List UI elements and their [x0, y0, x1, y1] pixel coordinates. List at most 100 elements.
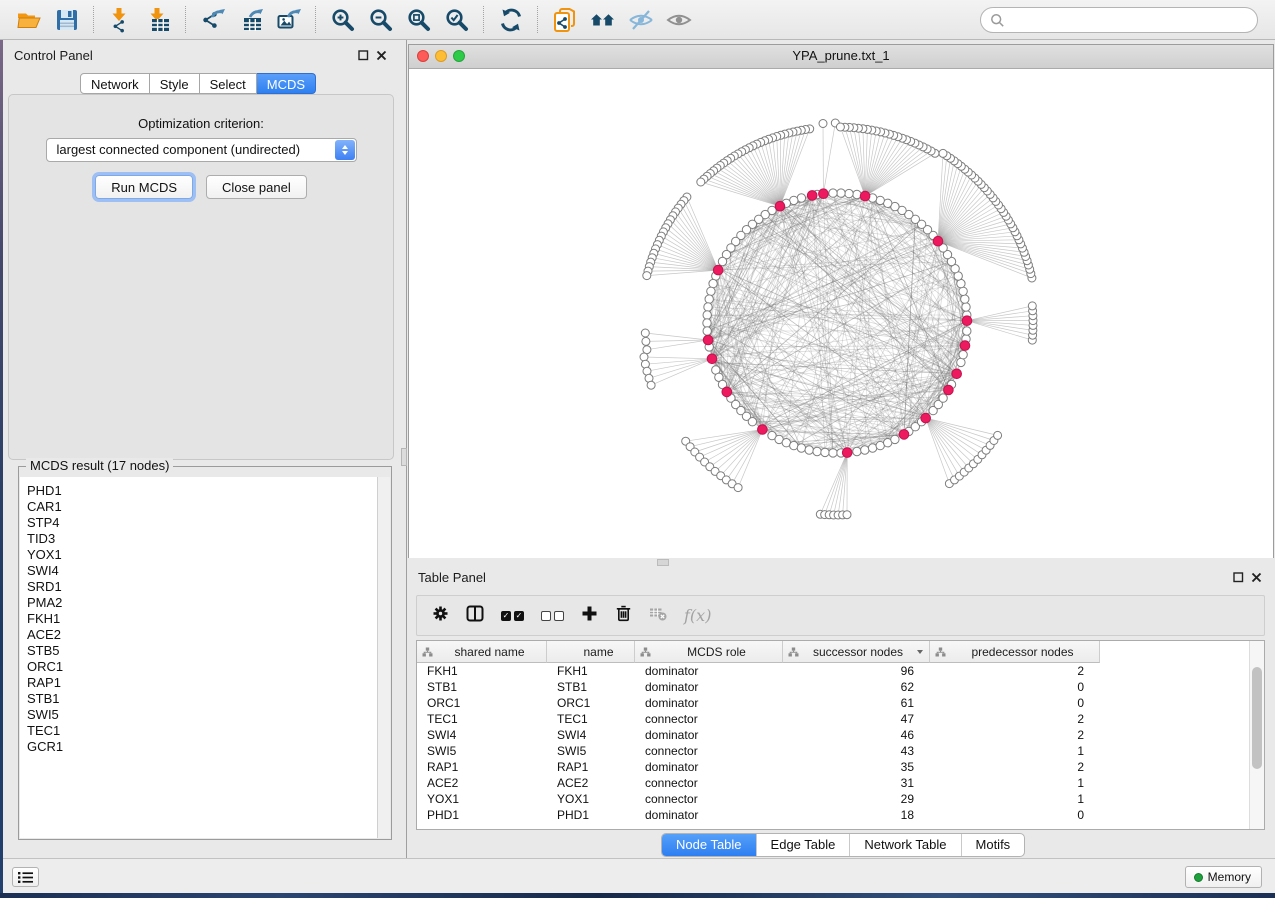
import-table-button[interactable] [140, 4, 178, 36]
duplicate-network-button[interactable] [546, 4, 584, 36]
column-header-mcds-role[interactable]: MCDS role [635, 641, 783, 663]
mcds-result-item[interactable]: TEC1 [20, 723, 378, 739]
add-row-button[interactable] [581, 605, 598, 627]
zoom-window-button[interactable] [453, 50, 465, 62]
table-row[interactable]: YOX1YOX1connector291 [417, 791, 1264, 807]
column-header-predecessor-nodes[interactable]: predecessor nodes [930, 641, 1100, 663]
table-panel-splitter-grip[interactable] [657, 559, 669, 566]
table-cell[interactable]: STB1 [547, 679, 635, 695]
dominator-node[interactable] [707, 354, 717, 364]
export-network-button[interactable] [194, 4, 232, 36]
table-cell[interactable]: dominator [635, 759, 783, 775]
table-cell[interactable]: SWI5 [547, 743, 635, 759]
mcds-result-item[interactable]: ORC1 [20, 659, 378, 675]
table-cell[interactable]: 0 [930, 695, 1100, 711]
table-cell[interactable]: 31 [783, 775, 930, 791]
table-cell[interactable]: 0 [930, 807, 1100, 823]
mcds-result-item[interactable]: GCR1 [20, 739, 378, 755]
run-mcds-button[interactable]: Run MCDS [95, 175, 193, 199]
delete-row-button[interactable] [615, 605, 632, 627]
table-cell[interactable]: connector [635, 775, 783, 791]
column-header-successor-nodes[interactable]: successor nodes [783, 641, 930, 663]
table-cell[interactable]: connector [635, 791, 783, 807]
panel-splitter[interactable] [400, 40, 407, 858]
table-cell[interactable]: 61 [783, 695, 930, 711]
table-row[interactable]: FKH1FKH1dominator962 [417, 663, 1264, 679]
close-table-panel-icon[interactable] [1251, 572, 1262, 583]
mcds-result-item[interactable]: PHD1 [20, 483, 378, 499]
mcds-result-item[interactable]: SWI5 [20, 707, 378, 723]
float-table-panel-icon[interactable] [1233, 572, 1244, 583]
table-settings-button[interactable] [432, 605, 449, 627]
table-cell[interactable]: 62 [783, 679, 930, 695]
first-neighbors-button[interactable] [584, 4, 622, 36]
table-scrollbar-thumb[interactable] [1252, 667, 1262, 769]
table-cell[interactable]: TEC1 [417, 711, 547, 727]
tab-select[interactable]: Select [200, 73, 257, 94]
zoom-selected-button[interactable] [438, 4, 476, 36]
table-cell[interactable]: ACE2 [417, 775, 547, 791]
dominator-node[interactable] [944, 385, 954, 395]
table-cell[interactable]: 2 [930, 711, 1100, 727]
minimize-window-button[interactable] [435, 50, 447, 62]
table-cell[interactable]: dominator [635, 679, 783, 695]
mcds-result-item[interactable]: SWI4 [20, 563, 378, 579]
mcds-result-item[interactable]: YOX1 [20, 547, 378, 563]
table-cell[interactable]: ORC1 [417, 695, 547, 711]
table-cell[interactable]: FKH1 [417, 663, 547, 679]
table-row[interactable]: PHD1PHD1dominator180 [417, 807, 1264, 823]
table-cell[interactable]: 47 [783, 711, 930, 727]
table-cell[interactable]: RAP1 [547, 759, 635, 775]
optimization-criterion-select[interactable]: largest connected component (undirected) [46, 138, 357, 162]
table-cell[interactable]: 2 [930, 727, 1100, 743]
search-input[interactable] [1005, 9, 1257, 31]
table-cell[interactable]: ACE2 [547, 775, 635, 791]
tab-mcds[interactable]: MCDS [257, 73, 316, 94]
close-panel-icon[interactable] [376, 50, 387, 61]
tab-motifs[interactable]: Motifs [961, 834, 1025, 856]
dominator-node[interactable] [819, 189, 829, 199]
dominator-node[interactable] [960, 341, 970, 351]
table-row[interactable]: SWI5SWI5connector431 [417, 743, 1264, 759]
tab-node-table[interactable]: Node Table [662, 834, 756, 856]
mcds-result-item[interactable]: CAR1 [20, 499, 378, 515]
dominator-node[interactable] [807, 191, 817, 201]
mcds-result-item[interactable]: TID3 [20, 531, 378, 547]
dominator-node[interactable] [775, 201, 785, 211]
table-cell[interactable]: STB1 [417, 679, 547, 695]
table-row[interactable]: SWI4SWI4dominator462 [417, 727, 1264, 743]
table-cell[interactable]: SWI5 [417, 743, 547, 759]
open-file-button[interactable] [10, 4, 48, 36]
table-cell[interactable]: 18 [783, 807, 930, 823]
table-cell[interactable]: SWI4 [417, 727, 547, 743]
mcds-result-list[interactable]: PHD1CAR1STP4TID3YOX1SWI4SRD1PMA2FKH1ACE2… [20, 477, 378, 838]
mcds-result-item[interactable]: STB5 [20, 643, 378, 659]
table-cell[interactable]: RAP1 [417, 759, 547, 775]
table-cell[interactable]: 2 [930, 663, 1100, 679]
dominator-node[interactable] [713, 265, 723, 275]
table-cell[interactable]: 43 [783, 743, 930, 759]
hide-selected-button[interactable] [622, 4, 660, 36]
zoom-fit-button[interactable] [400, 4, 438, 36]
memory-button[interactable]: Memory [1185, 866, 1262, 888]
table-cell[interactable]: connector [635, 743, 783, 759]
table-cell[interactable]: YOX1 [417, 791, 547, 807]
save-session-button[interactable] [48, 4, 86, 36]
table-cell[interactable]: SWI4 [547, 727, 635, 743]
show-all-button[interactable] [660, 4, 698, 36]
table-cell[interactable]: dominator [635, 695, 783, 711]
table-cell[interactable]: PHD1 [547, 807, 635, 823]
column-header-shared-name[interactable]: shared name [417, 641, 547, 663]
table-cell[interactable]: dominator [635, 663, 783, 679]
mcds-result-scrollbar[interactable] [377, 477, 390, 838]
tab-style[interactable]: Style [150, 73, 200, 94]
dominator-node[interactable] [842, 448, 852, 458]
refresh-network-button[interactable] [492, 4, 530, 36]
mcds-result-item[interactable]: RAP1 [20, 675, 378, 691]
table-cell[interactable]: dominator [635, 727, 783, 743]
dominator-node[interactable] [758, 425, 768, 435]
task-history-button[interactable] [12, 867, 39, 887]
table-cell[interactable]: connector [635, 711, 783, 727]
dominator-node[interactable] [860, 191, 870, 201]
zoom-in-button[interactable] [324, 4, 362, 36]
